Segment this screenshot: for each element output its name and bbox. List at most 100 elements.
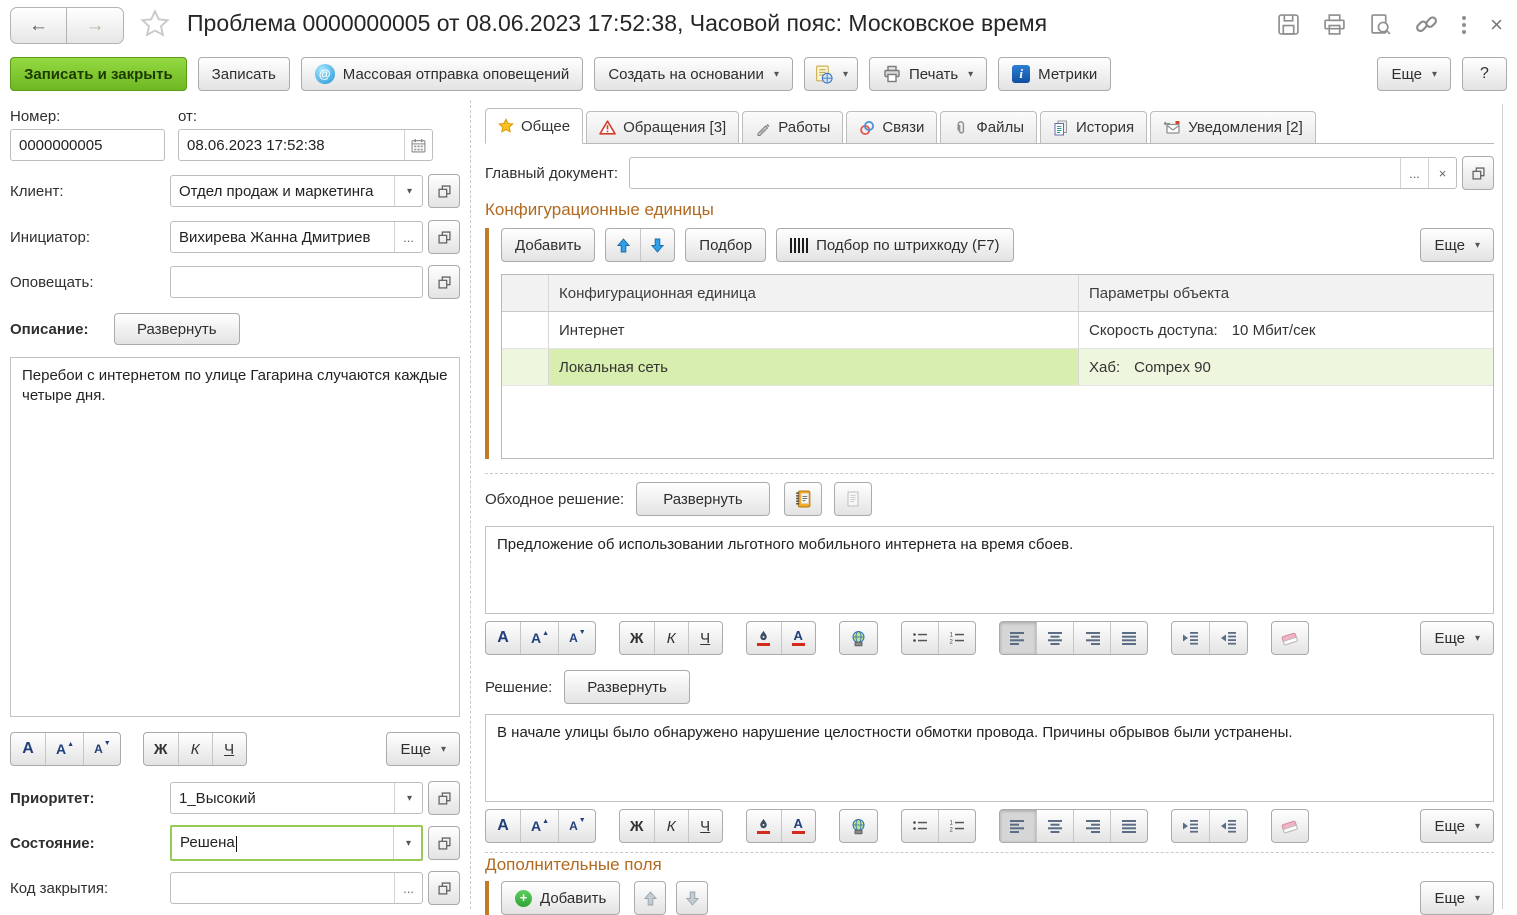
solution-expand-button[interactable]: Развернуть (564, 670, 690, 704)
bold-button[interactable]: Ж (620, 622, 654, 654)
text-color-button[interactable]: А (781, 810, 815, 842)
client-open-button[interactable] (428, 174, 460, 208)
workaround-more-button[interactable]: Еще ▾ (1420, 621, 1494, 655)
solution-textarea[interactable]: В начале улицы было обнаружено нарушение… (485, 714, 1494, 802)
align-right-button[interactable] (1073, 810, 1110, 842)
notify-open-button[interactable] (428, 265, 460, 299)
priority-open-button[interactable] (428, 781, 460, 815)
move-up-button[interactable] (606, 229, 640, 261)
bold-button[interactable]: Ж (144, 733, 178, 765)
description-textarea[interactable]: Перебои с интернетом по улице Гагарина с… (10, 357, 460, 717)
bullet-list-button[interactable] (902, 622, 938, 654)
font-decrease-button[interactable]: А▼ (558, 810, 595, 842)
underline-button[interactable]: Ч (688, 622, 722, 654)
chevron-down-icon[interactable]: ▾ (394, 176, 422, 206)
underline-button[interactable]: Ч (212, 733, 246, 765)
font-increase-button[interactable]: А▲ (520, 622, 558, 654)
numbered-list-button[interactable]: 12 (938, 810, 975, 842)
print-icon[interactable] (1323, 13, 1346, 36)
additional-fields-more-button[interactable]: Еще ▾ (1420, 881, 1494, 915)
bullet-list-button[interactable] (902, 810, 938, 842)
save-button[interactable]: Записать (198, 57, 290, 91)
indent-decrease-button[interactable] (1209, 622, 1247, 654)
move-down-button[interactable] (640, 229, 674, 261)
clear-format-button[interactable] (1271, 809, 1309, 843)
tab-general[interactable]: Общее (485, 108, 583, 144)
indent-decrease-button[interactable] (1209, 810, 1247, 842)
font-increase-button[interactable]: А▲ (520, 810, 558, 842)
align-left-button[interactable] (1000, 622, 1036, 654)
unit-cell[interactable]: Локальная сеть (548, 349, 1078, 385)
highlight-color-button[interactable] (747, 810, 781, 842)
help-button[interactable]: ? (1462, 57, 1507, 91)
solution-more-button[interactable]: Еще ▾ (1420, 809, 1494, 843)
align-justify-button[interactable] (1110, 622, 1147, 654)
move-field-up-button[interactable] (634, 881, 666, 915)
font-decrease-button[interactable]: А▼ (558, 622, 595, 654)
italic-button[interactable]: К (654, 622, 688, 654)
insert-link-button[interactable] (840, 810, 877, 842)
closing-code-field[interactable]: ... (170, 872, 423, 904)
favorite-star-icon[interactable] (140, 9, 170, 39)
indent-increase-button[interactable] (1172, 810, 1209, 842)
toolbar-more-button[interactable]: Еще ▾ (1377, 57, 1451, 91)
ellipsis-icon[interactable]: ... (394, 873, 422, 903)
clear-icon[interactable]: × (1428, 158, 1456, 188)
add-unit-button[interactable]: Добавить (501, 228, 595, 262)
back-button[interactable]: ← (10, 7, 67, 44)
metrics-button[interactable]: i Метрики (998, 57, 1111, 91)
indent-increase-button[interactable] (1172, 622, 1209, 654)
font-button[interactable]: А (486, 810, 520, 842)
params-cell[interactable]: Скорость доступа: 10 Мбит/сек (1078, 312, 1493, 348)
description-expand-button[interactable]: Развернуть (114, 313, 240, 345)
priority-field[interactable]: 1_Высокий ▾ (170, 782, 423, 814)
font-button[interactable]: А (486, 622, 520, 654)
create-task-dropdown-button[interactable]: ▾ (804, 57, 858, 91)
initiator-field[interactable]: Вихирева Жанна Дмитриев ... (170, 221, 423, 253)
state-field[interactable]: Решена ▾ (170, 825, 423, 861)
font-decrease-button[interactable]: А▼ (83, 733, 120, 765)
workaround-textarea[interactable]: Предложение об использовании льготного м… (485, 526, 1494, 614)
bold-button[interactable]: Ж (620, 810, 654, 842)
save-close-button[interactable]: Записать и закрыть (10, 57, 187, 91)
main-document-open-button[interactable] (1462, 156, 1494, 190)
align-justify-button[interactable] (1110, 810, 1147, 842)
main-document-field[interactable]: ... × (629, 157, 1457, 189)
align-right-button[interactable] (1073, 622, 1110, 654)
closing-code-open-button[interactable] (428, 871, 460, 905)
preview-icon[interactable] (1369, 13, 1392, 36)
tab-files[interactable]: Файлы (940, 111, 1037, 143)
mass-send-button[interactable]: @ Массовая отправка оповещений (301, 57, 584, 91)
numbered-list-button[interactable]: 12 (938, 622, 975, 654)
save-icon[interactable] (1277, 13, 1300, 36)
number-field[interactable]: 0000000005 (10, 129, 165, 161)
state-open-button[interactable] (428, 826, 460, 860)
workaround-expand-button[interactable]: Развернуть (636, 482, 770, 516)
tab-notifications[interactable]: Уведомления [2] (1150, 111, 1316, 143)
initiator-open-button[interactable] (428, 220, 460, 254)
tab-links[interactable]: Связи (846, 111, 937, 143)
notify-field[interactable] (170, 266, 423, 298)
tab-requests[interactable]: Обращения [3] (586, 111, 739, 143)
ellipsis-icon[interactable]: ... (394, 222, 422, 252)
highlight-color-button[interactable] (747, 622, 781, 654)
calendar-icon[interactable] (404, 130, 432, 160)
print-button[interactable]: Печать ▾ (869, 57, 987, 91)
align-center-button[interactable] (1036, 810, 1073, 842)
chevron-down-icon[interactable]: ▾ (394, 783, 422, 813)
create-from-button[interactable]: Создать на основании ▾ (594, 57, 793, 91)
chevron-down-icon[interactable]: ▾ (393, 827, 421, 859)
align-left-button[interactable] (1000, 810, 1036, 842)
insert-link-button[interactable] (840, 622, 877, 654)
date-field[interactable]: 08.06.2023 17:52:38 (178, 129, 433, 161)
config-units-more-button[interactable]: Еще ▾ (1420, 228, 1494, 262)
forward-button[interactable]: → (67, 7, 124, 44)
underline-button[interactable]: Ч (688, 810, 722, 842)
params-cell[interactable]: Хаб: Compex 90 (1078, 349, 1493, 385)
template-document-button[interactable] (834, 482, 872, 516)
font-button[interactable]: А (11, 733, 45, 765)
clear-format-button[interactable] (1271, 621, 1309, 655)
knowledge-base-button[interactable] (784, 482, 822, 516)
pick-barcode-button[interactable]: Подбор по штрихкоду (F7) (776, 228, 1013, 262)
close-icon[interactable]: × (1490, 15, 1503, 35)
